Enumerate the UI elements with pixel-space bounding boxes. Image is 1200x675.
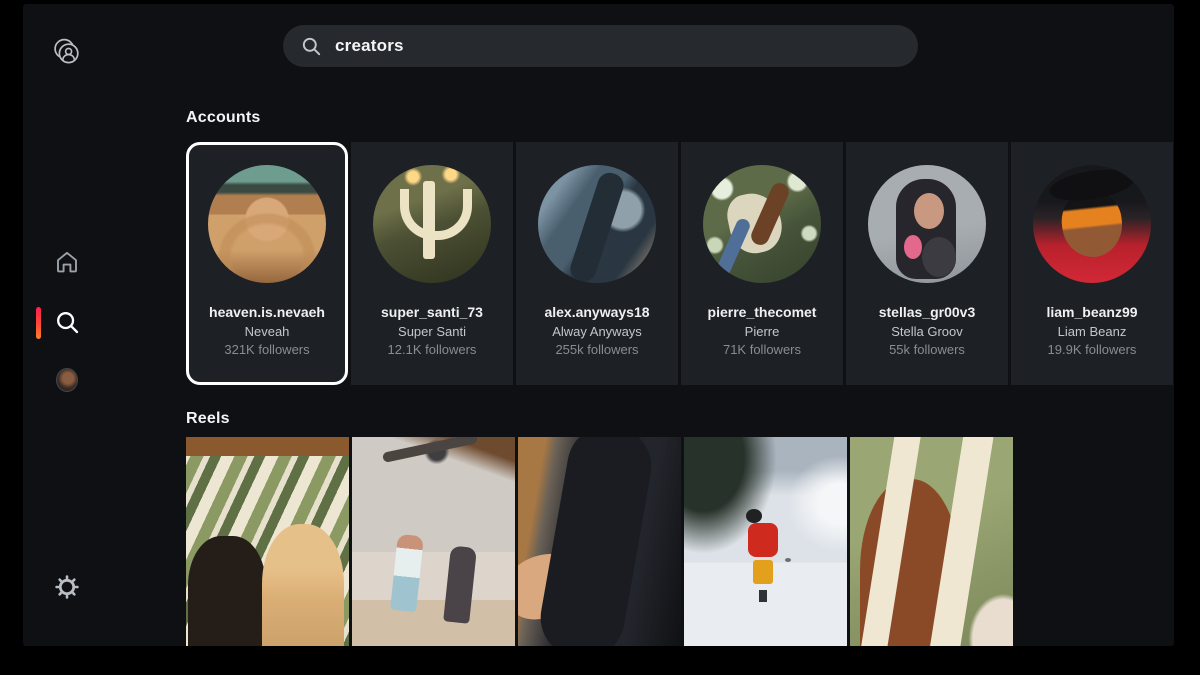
account-followers: 55k followers (889, 342, 965, 357)
account-card[interactable]: liam_beanz99 Liam Beanz 19.9K followers (1011, 142, 1173, 385)
account-avatar (538, 165, 656, 283)
account-followers: 255k followers (555, 342, 639, 357)
account-username: pierre_thecomet (707, 304, 817, 320)
reels-row (186, 437, 1016, 646)
reel-thumbnail[interactable] (518, 437, 681, 646)
account-card[interactable]: super_santi_73 Super Santi 12.1K followe… (351, 142, 513, 385)
app-window: creators Accounts heaven.is.nevaeh Nevea… (23, 4, 1174, 646)
account-followers: 12.1K followers (387, 342, 477, 357)
account-display-name: Liam Beanz (1057, 324, 1127, 339)
account-display-name: Stella Groov (891, 324, 963, 339)
account-username: stellas_gr00v3 (878, 304, 976, 320)
account-display-name: Super Santi (398, 324, 466, 339)
account-card[interactable]: alex.anyways18 Alway Anyways 255k follow… (516, 142, 678, 385)
account-display-name: Neveah (244, 324, 290, 339)
search-icon (301, 36, 322, 57)
settings-gear-icon (54, 574, 80, 600)
search-icon (54, 309, 81, 336)
reel-thumbnail[interactable] (186, 437, 349, 646)
account-card[interactable]: stellas_gr00v3 Stella Groov 55k follower… (846, 142, 1008, 385)
profile-nav-button[interactable] (56, 368, 78, 392)
accounts-row: heaven.is.nevaeh Neveah 321K followers s… (186, 142, 1174, 385)
accounts-heading: Accounts (186, 109, 261, 126)
account-switcher-button[interactable] (52, 37, 82, 67)
search-nav-button[interactable] (54, 309, 81, 336)
reel-thumbnail[interactable] (352, 437, 515, 646)
account-card[interactable]: heaven.is.nevaeh Neveah 321K followers (186, 142, 348, 385)
account-avatar (208, 165, 326, 283)
account-username: alex.anyways18 (544, 304, 650, 320)
account-display-name: Pierre (744, 324, 780, 339)
screen-frame: creators Accounts heaven.is.nevaeh Nevea… (0, 0, 1200, 675)
account-avatar (373, 165, 491, 283)
home-icon (53, 248, 81, 276)
account-avatar (868, 165, 986, 283)
reel-thumbnail[interactable] (850, 437, 1013, 646)
profile-avatar (56, 368, 78, 392)
home-button[interactable] (53, 248, 81, 276)
active-nav-indicator (36, 307, 41, 339)
search-input[interactable]: creators (283, 25, 918, 67)
account-switcher-icon (52, 37, 82, 67)
account-username: super_santi_73 (381, 304, 483, 320)
account-username: heaven.is.nevaeh (209, 304, 325, 320)
account-username: liam_beanz99 (1046, 304, 1138, 320)
account-display-name: Alway Anyways (552, 324, 642, 339)
account-avatar (1033, 165, 1151, 283)
settings-button[interactable] (54, 574, 80, 600)
account-followers: 71K followers (722, 342, 802, 357)
account-card[interactable]: pierre_thecomet Pierre 71K followers (681, 142, 843, 385)
reels-heading: Reels (186, 410, 230, 427)
search-query-text: creators (335, 36, 404, 55)
account-followers: 19.9K followers (1047, 342, 1137, 357)
reel-thumbnail[interactable] (684, 437, 847, 646)
account-avatar (703, 165, 821, 283)
account-followers: 321K followers (224, 342, 310, 357)
